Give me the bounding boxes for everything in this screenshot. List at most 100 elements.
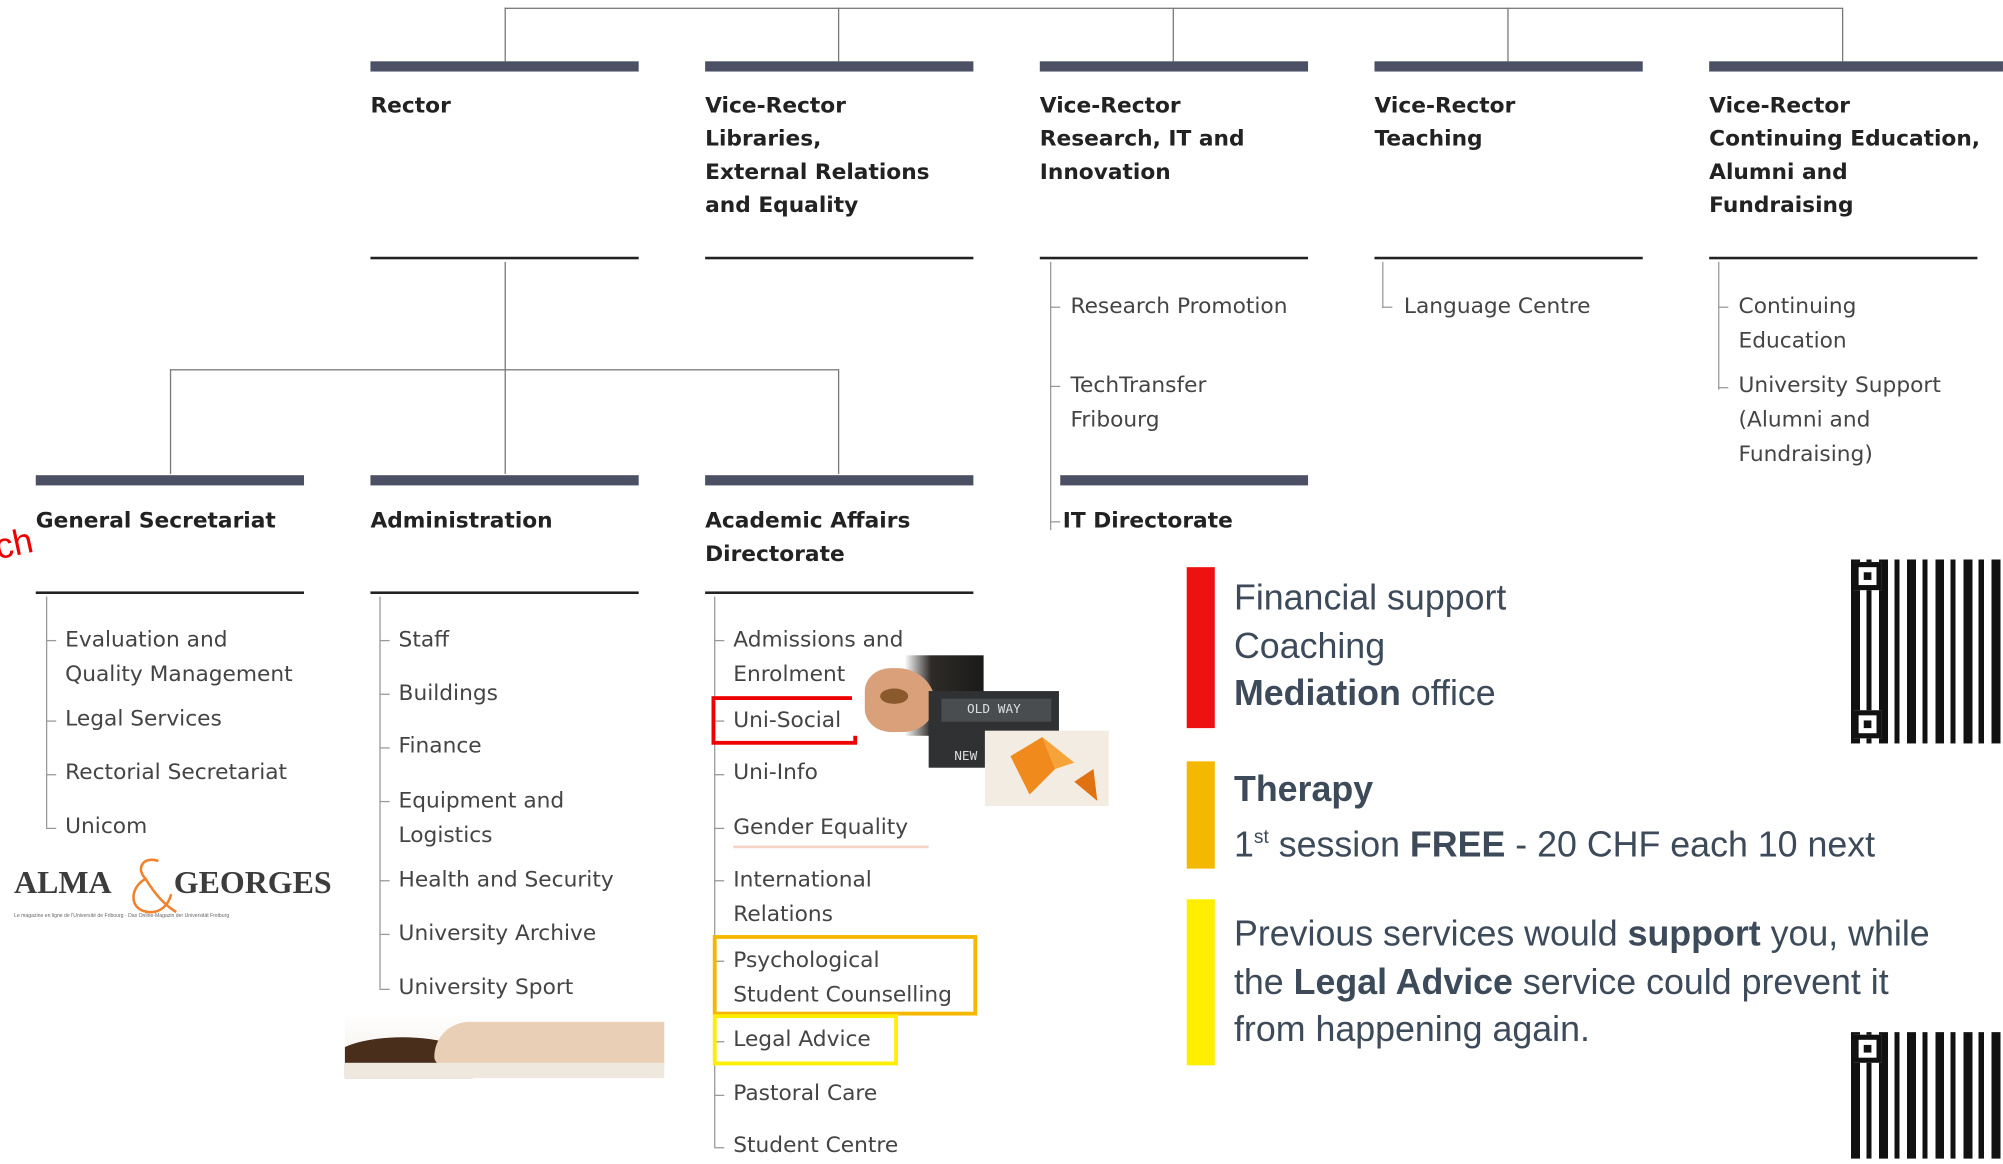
top-drop bbox=[837, 7, 840, 62]
branch-tick bbox=[45, 774, 57, 776]
staff-item: Staff bbox=[398, 627, 450, 653]
orange-marker bbox=[1186, 761, 1215, 869]
logo-word-right: GEORGES bbox=[173, 866, 332, 901]
prevent-line: from happening again. bbox=[1233, 1009, 1590, 1049]
top-drop bbox=[1842, 7, 1844, 62]
header-bar bbox=[35, 475, 305, 486]
evaluation-quality-item: Evaluation and Quality Management bbox=[65, 627, 293, 688]
general-secretariat-heading: General Secretariat bbox=[35, 508, 276, 534]
header-bar bbox=[1709, 61, 2003, 72]
psychological-highlight bbox=[712, 935, 978, 1016]
red-marker bbox=[1186, 567, 1215, 729]
university-support-item: University Support (Alumni and Fundraisi… bbox=[1738, 373, 1941, 468]
equipment-logistics-item: Equipment and Logistics bbox=[398, 788, 565, 849]
branch-tick bbox=[45, 827, 57, 830]
previous-services-line: Previous services would support you, whi… bbox=[1233, 913, 1930, 953]
divider bbox=[370, 591, 639, 594]
gender-underline bbox=[733, 845, 929, 849]
top-drop bbox=[504, 7, 506, 62]
mediation-office-text: Mediation office bbox=[1234, 669, 1496, 716]
uni-social-highlight bbox=[711, 696, 858, 745]
branch-line bbox=[1050, 261, 1052, 531]
branch-tick bbox=[45, 639, 57, 642]
branch-tick bbox=[45, 720, 57, 722]
rector-heading: Rector bbox=[370, 93, 451, 119]
divider bbox=[705, 256, 974, 260]
branch-tick bbox=[379, 747, 390, 749]
top-drop bbox=[1172, 7, 1174, 62]
office-word: office bbox=[1400, 673, 1496, 713]
therapy-details: 1st session FREE - 20 CHF each 10 next bbox=[1233, 824, 1876, 864]
continuing-education-item: Continuing Education bbox=[1738, 293, 1857, 354]
branch-tick bbox=[714, 774, 725, 776]
qr-code-bottom[interactable] bbox=[1850, 1032, 2003, 1159]
health-security-item: Health and Security bbox=[398, 867, 614, 893]
administration-heading: Administration bbox=[370, 508, 553, 534]
mediation-bold: Mediation bbox=[1233, 673, 1401, 713]
university-sport-item: University Sport bbox=[398, 974, 574, 1001]
branch-tick bbox=[379, 800, 390, 803]
legal-advice-line: the Legal Advice service could prevent i… bbox=[1233, 961, 1889, 1002]
branch-tick bbox=[1050, 385, 1061, 388]
gender-equality-item: Gender Equality bbox=[733, 814, 909, 841]
university-archive-item: University Archive bbox=[398, 921, 597, 947]
language-centre-item: Language Centre bbox=[1403, 293, 1591, 320]
uni-info-item: Uni-Info bbox=[733, 760, 818, 786]
vice-rector-research-heading: Vice-Rector Research, IT and Innovation bbox=[1039, 93, 1245, 186]
rectorial-secretariat-item: Rectorial Secretariat bbox=[65, 760, 288, 786]
yellow-marker bbox=[1186, 899, 1215, 1066]
techtransfer-item: TechTransfer Fribourg bbox=[1070, 373, 1207, 434]
orange-tangram-photo bbox=[984, 730, 1109, 807]
branch-tick bbox=[1718, 306, 1729, 308]
buildings-item: Buildings bbox=[398, 680, 498, 707]
divider bbox=[1039, 256, 1309, 260]
coaching-text: Coaching bbox=[1233, 625, 1386, 666]
research-promotion-item: Research Promotion bbox=[1070, 293, 1288, 320]
international-relations-item: International Relations bbox=[733, 867, 872, 928]
header-bar bbox=[370, 61, 639, 72]
header-bar bbox=[1039, 61, 1309, 72]
branch-tick bbox=[379, 933, 390, 936]
it-directorate-heading: IT Directorate bbox=[1062, 508, 1233, 534]
branch-tick bbox=[714, 1147, 725, 1149]
legal-services-item: Legal Services bbox=[65, 706, 222, 732]
branch-tick bbox=[379, 693, 390, 695]
top-drop bbox=[1507, 7, 1509, 62]
branch-line bbox=[1382, 261, 1384, 308]
branch-tick bbox=[379, 639, 390, 642]
branch-tick bbox=[1382, 306, 1393, 308]
branch-line bbox=[379, 596, 381, 989]
branch-tick bbox=[714, 1094, 725, 1097]
branch-tick bbox=[1718, 387, 1729, 389]
branch-tick bbox=[714, 880, 725, 882]
branch-tick bbox=[714, 639, 725, 642]
vice-rector-continuing-heading: Vice-Rector Continuing Education, Alumni… bbox=[1709, 93, 1981, 219]
vice-rector-teaching-heading: Vice-Rector Teaching bbox=[1374, 93, 1516, 153]
qr-code-top[interactable] bbox=[1850, 559, 2003, 744]
academic-affairs-heading: Academic Affairs Directorate bbox=[705, 508, 911, 568]
logo-word-left: ALMA bbox=[14, 866, 112, 901]
new-label: NEW bbox=[954, 749, 978, 764]
financial-support-text: Financial support bbox=[1233, 577, 1507, 617]
branch-tick bbox=[1050, 521, 1061, 523]
divider bbox=[705, 591, 974, 594]
pastoral-care-item: Pastoral Care bbox=[733, 1080, 878, 1107]
divider bbox=[1709, 256, 1978, 260]
logo-ampersand-icon bbox=[132, 858, 177, 914]
finance-item: Finance bbox=[398, 733, 482, 759]
branch-tick bbox=[379, 988, 390, 990]
massage-photo bbox=[344, 1014, 665, 1079]
divider bbox=[1374, 256, 1643, 260]
divider bbox=[370, 256, 639, 260]
second-drop bbox=[504, 369, 506, 474]
header-bar bbox=[1374, 61, 1643, 72]
header-bar bbox=[1060, 475, 1309, 486]
second-drop bbox=[837, 369, 840, 474]
corner-text-fragment: ch bbox=[0, 520, 37, 567]
branch-tick bbox=[1050, 306, 1061, 308]
tangram-icon bbox=[1010, 737, 1098, 801]
divider bbox=[35, 591, 305, 594]
old-way-label: OLD WAY bbox=[966, 702, 1021, 717]
student-centre-item: Student Centre bbox=[733, 1133, 899, 1159]
branch-tick bbox=[379, 880, 390, 882]
